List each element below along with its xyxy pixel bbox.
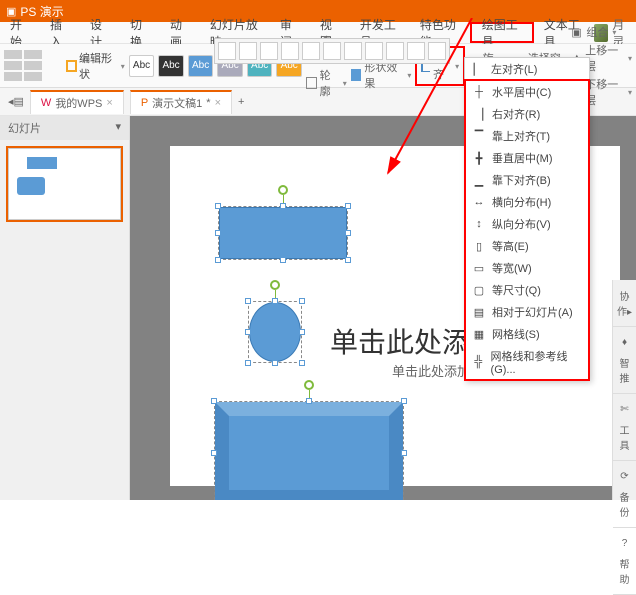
mini-btn[interactable] bbox=[302, 42, 320, 60]
outline-button[interactable]: 轮廓 bbox=[306, 67, 347, 99]
align-top-icon: ▔ bbox=[472, 129, 486, 143]
rotate-handle-icon[interactable] bbox=[304, 380, 314, 390]
equal-size-icon: ▢ bbox=[472, 283, 486, 297]
shape-oval[interactable] bbox=[248, 301, 302, 363]
style-preset[interactable]: Abc bbox=[188, 55, 214, 77]
mini-btn[interactable] bbox=[407, 42, 425, 60]
equal-w-icon: ▭ bbox=[472, 261, 486, 275]
chevron-icon: ▸ bbox=[627, 307, 632, 318]
mini-btn[interactable] bbox=[239, 42, 257, 60]
close-icon[interactable]: × bbox=[106, 97, 112, 109]
align-left-icon: ▏ bbox=[471, 62, 485, 76]
doctab-doc[interactable]: P演示文稿1*× bbox=[130, 90, 232, 114]
rail-tools[interactable]: ✄工具 bbox=[613, 394, 636, 461]
rail-help[interactable]: ?帮助 bbox=[613, 528, 636, 595]
menu-item[interactable]: ▕右对齐(R) bbox=[466, 103, 588, 125]
tab-design[interactable]: 设计 bbox=[80, 22, 120, 43]
rail-collab[interactable]: 协作▸ bbox=[613, 280, 636, 327]
backtab-icon[interactable]: ◂▤ bbox=[8, 95, 24, 108]
tab-insert[interactable]: 插入 bbox=[40, 22, 80, 43]
help-icon: ? bbox=[617, 538, 633, 554]
dist-v-icon: ↕ bbox=[472, 217, 486, 231]
smart-icon: ♦ bbox=[617, 337, 633, 353]
equal-h-icon: ▯ bbox=[472, 239, 486, 253]
mini-toolbar bbox=[214, 38, 450, 64]
mini-btn[interactable] bbox=[281, 42, 299, 60]
rel-slide-icon: ▤ bbox=[472, 305, 486, 319]
rotate-handle-icon[interactable] bbox=[278, 185, 288, 195]
menu-item[interactable]: ╋垂直居中(M) bbox=[466, 147, 588, 169]
menu-item[interactable]: ╬网格线和参考线(G)... bbox=[466, 345, 588, 379]
rail-backup[interactable]: ⟳备份 bbox=[613, 461, 636, 528]
shape-rectangle[interactable] bbox=[218, 206, 348, 260]
close-icon[interactable]: × bbox=[215, 97, 221, 109]
tab-drawtools[interactable]: 绘图工具 bbox=[470, 22, 534, 43]
right-rail: 协作▸ ♦智推 ✄工具 ⟳备份 ?帮助 bbox=[612, 280, 636, 500]
menu-item[interactable]: ↔横向分布(H) bbox=[466, 191, 588, 213]
guides-icon: ╬ bbox=[472, 355, 485, 369]
mini-btn[interactable] bbox=[260, 42, 278, 60]
newtab-button[interactable]: + bbox=[238, 96, 244, 108]
style-preset[interactable]: Abc bbox=[158, 55, 184, 77]
align-right-icon: ▕ bbox=[472, 107, 486, 121]
rail-smart[interactable]: ♦智推 bbox=[613, 327, 636, 394]
menu-item[interactable]: ▤相对于幻灯片(A) bbox=[466, 301, 588, 323]
menu-item[interactable]: ▢等尺寸(Q) bbox=[466, 279, 588, 301]
menu-item[interactable]: ▏左对齐(L) bbox=[465, 58, 589, 80]
menu-item[interactable]: ▭等宽(W) bbox=[466, 257, 588, 279]
tab-animation[interactable]: 动画 bbox=[160, 22, 200, 43]
mini-btn[interactable] bbox=[386, 42, 404, 60]
dist-h-icon: ↔ bbox=[472, 195, 486, 209]
tools-icon: ✄ bbox=[617, 404, 633, 420]
doctab-wps[interactable]: W我的WPS× bbox=[30, 90, 124, 114]
shape-quickpick[interactable] bbox=[4, 50, 62, 81]
align-bottom-icon: ▁ bbox=[472, 173, 486, 187]
rotate-handle-icon[interactable] bbox=[270, 280, 280, 290]
slide-thumbnail[interactable] bbox=[8, 148, 121, 220]
align-menu: ▏左对齐(L) ┼水平居中(C) ▕右对齐(R) ▔靠上对齐(T) ╋垂直居中(… bbox=[464, 57, 590, 381]
mini-btn[interactable] bbox=[344, 42, 362, 60]
align-centerh-icon: ┼ bbox=[472, 85, 486, 99]
tab-start[interactable]: 开始 bbox=[0, 22, 40, 43]
style-preset[interactable]: Abc bbox=[129, 55, 155, 77]
align-centerv-icon: ╋ bbox=[472, 151, 486, 165]
edit-shape-button[interactable]: 编辑形状 bbox=[66, 50, 125, 82]
menu-item[interactable]: ↕纵向分布(V) bbox=[466, 213, 588, 235]
menu-item[interactable]: ▦网格线(S) bbox=[466, 323, 588, 345]
tab-transition[interactable]: 切换 bbox=[120, 22, 160, 43]
chevron-down-icon[interactable]: ▾ bbox=[115, 120, 121, 136]
mini-btn[interactable] bbox=[365, 42, 383, 60]
mini-btn[interactable] bbox=[218, 42, 236, 60]
backup-icon: ⟳ bbox=[617, 471, 633, 487]
shape-bevel[interactable] bbox=[214, 401, 404, 500]
menu-item[interactable]: ┼水平居中(C) bbox=[466, 81, 588, 103]
mini-btn[interactable] bbox=[428, 42, 446, 60]
menu-item[interactable]: ▯等高(E) bbox=[466, 235, 588, 257]
group-button[interactable]: ▣组合 bbox=[571, 24, 632, 40]
menu-item[interactable]: ▔靠上对齐(T) bbox=[466, 125, 588, 147]
slide-panel: 幻灯片 ▾ bbox=[0, 116, 130, 500]
grid-icon: ▦ bbox=[472, 327, 486, 341]
mini-btn[interactable] bbox=[323, 42, 341, 60]
slide-panel-title: 幻灯片 bbox=[8, 120, 41, 136]
menu-item[interactable]: ▁靠下对齐(B) bbox=[466, 169, 588, 191]
